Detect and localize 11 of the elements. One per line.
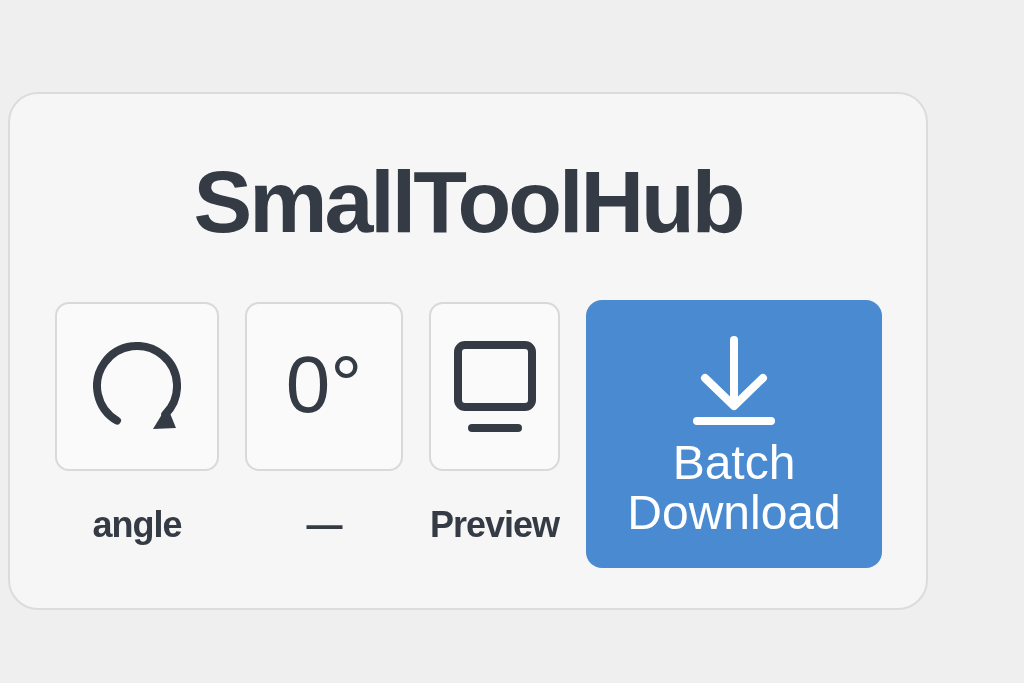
tool-label: Preview [429,503,560,547]
download-icon [693,336,775,426]
monitor-icon [453,340,536,433]
rotate-tile[interactable] [55,302,219,471]
batch-download-button[interactable]: Batch Download [586,300,882,568]
preview-tile[interactable] [429,302,560,471]
app-title: SmallToolHub [193,158,743,246]
tool-label: angle [92,503,182,547]
tool-label: — [306,503,342,547]
angle-value-tile[interactable]: 0° [245,302,403,471]
rotate-arrow-icon [93,341,181,432]
